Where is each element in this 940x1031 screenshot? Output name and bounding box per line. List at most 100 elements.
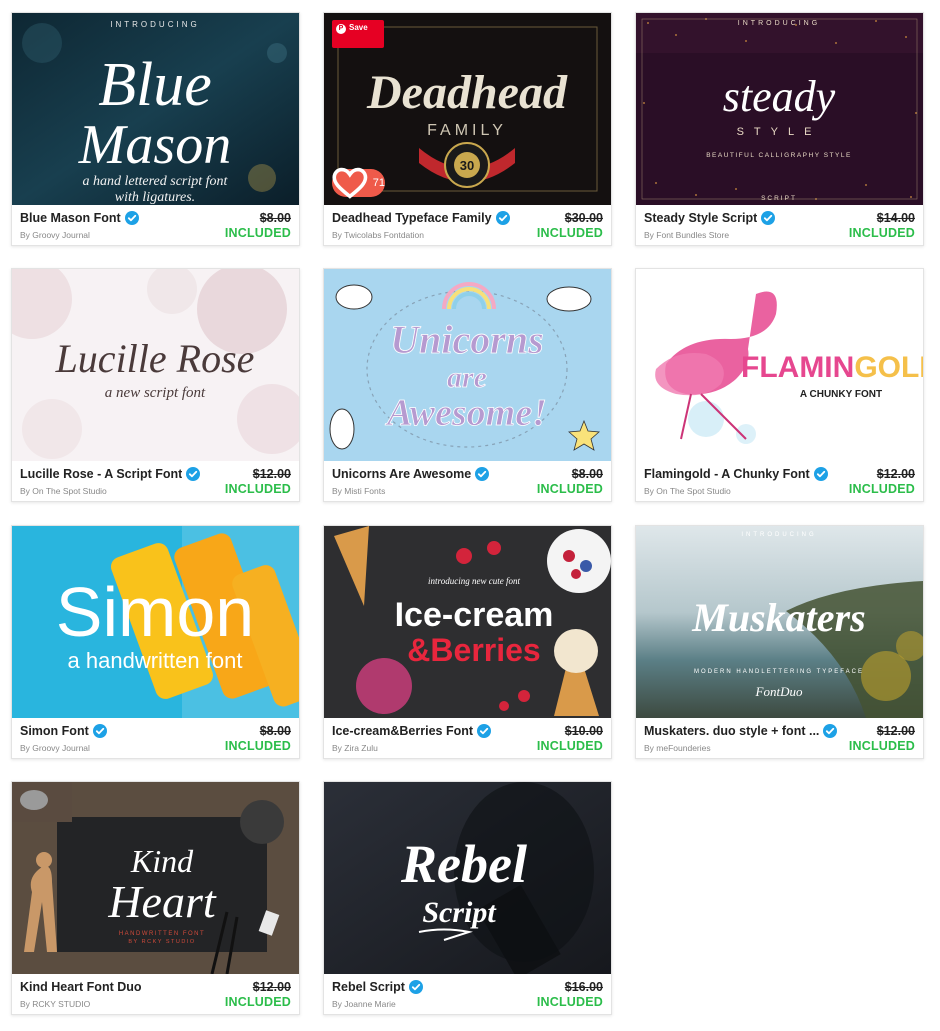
product-title[interactable]: Deadhead Typeface Family [332,211,492,225]
art-line-1: Ice-cream [395,596,554,634]
product-title[interactable]: Muskaters. duo style + font ... [644,724,819,738]
product-title[interactable]: Ice-cream&Berries Font [332,724,473,738]
art-line-2: are [447,361,487,394]
art-line-1: steady [723,72,836,121]
product-card[interactable]: Simon a handwritten font Simon Font By G… [11,525,300,759]
product-title[interactable]: Flamingold - A Chunky Font [644,467,810,481]
pinterest-save-button[interactable]: P Save [332,20,384,48]
verified-badge-icon [477,724,492,738]
product-thumbnail[interactable]: Lucille Rose a new script font [12,269,299,461]
original-price: $8.00 [571,467,603,481]
product-thumbnail[interactable]: Rebel Script [324,782,611,974]
product-thumbnail[interactable]: INTRODUCING Muskaters MODERN HANDLETTERI… [636,526,923,718]
heart-icon [332,167,368,199]
art-line-3: FontDuo [755,684,803,699]
art-line-1: Muskaters [691,595,865,640]
product-card[interactable]: INTRODUCING steady STYLE BEAUTIFUL CALLI… [635,12,924,246]
product-artwork: INTRODUCING steady STYLE BEAUTIFUL CALLI… [636,13,923,205]
product-card[interactable]: Rebel Script Rebel Script By Joanne Mari… [323,781,612,1015]
product-thumbnail[interactable]: FLAMINGOLD A CHUNKY FONT [636,269,923,461]
included-badge: INCLUDED [224,739,291,753]
product-thumbnail[interactable]: introducing new cute font Ice-cream &Ber… [324,526,611,718]
product-artwork: Kind Heart HANDWRITTEN FONT BY RCKY STUD… [12,782,299,974]
art-line-1: Kind [130,843,194,879]
verified-badge-icon [813,467,828,481]
product-artwork: Unicorns are Awesome! [324,269,611,461]
product-author[interactable]: By Zira Zulu [332,743,378,753]
product-card[interactable]: INTRODUCING Muskaters MODERN HANDLETTERI… [635,525,924,759]
art-line-4: SCRIPT [761,195,797,202]
product-thumbnail[interactable]: INTRODUCING Blue Mason a hand lettered s… [12,13,299,205]
art-line-1: FLAMIN [741,351,854,384]
product-author[interactable]: By RCKY STUDIO [20,999,90,1009]
product-author[interactable]: By Groovy Journal [20,230,90,240]
verified-badge-icon [186,467,201,481]
product-card[interactable]: FLAMINGOLD A CHUNKY FONT Flamingold - A … [635,268,924,502]
product-thumbnail[interactable]: Unicorns are Awesome! [324,269,611,461]
included-badge: INCLUDED [536,226,603,240]
product-title[interactable]: Kind Heart Font Duo [20,980,142,994]
art-line-2: a handwritten font [68,648,243,673]
original-price: $12.00 [876,467,915,481]
art-line-1: Blue [98,51,212,119]
included-badge: INCLUDED [536,995,603,1009]
expand-icon[interactable] [589,22,603,36]
product-artwork: Simon a handwritten font [12,526,299,718]
product-author[interactable]: By On The Spot Studio [644,486,731,496]
included-badge: INCLUDED [848,739,915,753]
original-price: $30.00 [564,211,603,225]
product-title[interactable]: Lucille Rose - A Script Font [20,467,182,481]
product-author[interactable]: By On The Spot Studio [20,486,107,496]
included-badge: INCLUDED [536,739,603,753]
product-artwork: FLAMINGOLD A CHUNKY FONT [636,269,923,461]
product-card[interactable]: Deadhead FAMILY 30 P Save 71 Deadhead Ty… [323,12,612,246]
product-thumbnail[interactable]: Simon a handwritten font [12,526,299,718]
art-line-2: a new script font [105,385,206,401]
art-line-3: a hand lettered script font [83,174,229,189]
product-author[interactable]: By meFounderies [644,743,711,753]
product-title[interactable]: Unicorns Are Awesome [332,467,471,481]
product-artwork: Lucille Rose a new script font [12,269,299,461]
art-line-2: &Berries [407,632,540,668]
verified-badge-icon [475,467,490,481]
original-price: $8.00 [259,724,291,738]
product-thumbnail[interactable]: Kind Heart HANDWRITTEN FONT BY RCKY STUD… [12,782,299,974]
product-artwork: INTRODUCING Blue Mason a hand lettered s… [12,13,299,205]
product-card[interactable]: Lucille Rose a new script font Lucille R… [11,268,300,502]
product-title[interactable]: Blue Mason Font [20,211,121,225]
like-button[interactable]: 71 [332,167,385,199]
included-badge: INCLUDED [224,995,291,1009]
pinterest-icon: P [336,24,346,34]
product-title[interactable]: Steady Style Script [644,211,757,225]
art-line-3: 30 [460,158,474,173]
original-price: $12.00 [252,467,291,481]
svg-text:FLAMINGOLD: FLAMINGOLD [741,351,923,384]
product-author[interactable]: By Groovy Journal [20,743,90,753]
original-price: $12.00 [252,980,291,994]
product-author[interactable]: By Twicolabs Fontdation [332,230,424,240]
art-intro-text: INTRODUCING [741,532,816,538]
verified-badge-icon [823,724,838,738]
product-author[interactable]: By Font Bundles Store [644,230,729,240]
product-title[interactable]: Rebel Script [332,980,405,994]
art-line-1: Simon [56,573,254,651]
product-card[interactable]: introducing new cute font Ice-cream &Ber… [323,525,612,759]
product-artwork: introducing new cute font Ice-cream &Ber… [324,526,611,718]
art-line-2: Heart [107,876,217,927]
product-thumbnail[interactable]: Deadhead FAMILY 30 P Save 71 [324,13,611,205]
product-card[interactable]: Kind Heart HANDWRITTEN FONT BY RCKY STUD… [11,781,300,1015]
product-author[interactable]: By Misti Fonts [332,486,385,496]
art-line-3: A CHUNKY FONT [800,389,882,400]
product-card[interactable]: Unicorns are Awesome! Unicorns Are Aweso… [323,268,612,502]
save-label: Save [349,23,368,32]
product-thumbnail[interactable]: INTRODUCING steady STYLE BEAUTIFUL CALLI… [636,13,923,205]
art-intro-text: introducing new cute font [428,576,520,586]
verified-badge-icon [408,980,423,994]
art-line-2: Script [422,896,497,929]
art-intro-text: INTRODUCING [738,20,820,27]
product-author[interactable]: By Joanne Marie [332,999,396,1009]
art-line-2: GOLD [854,351,923,384]
product-title[interactable]: Simon Font [20,724,89,738]
product-card[interactable]: INTRODUCING Blue Mason a hand lettered s… [11,12,300,246]
original-price: $12.00 [876,724,915,738]
